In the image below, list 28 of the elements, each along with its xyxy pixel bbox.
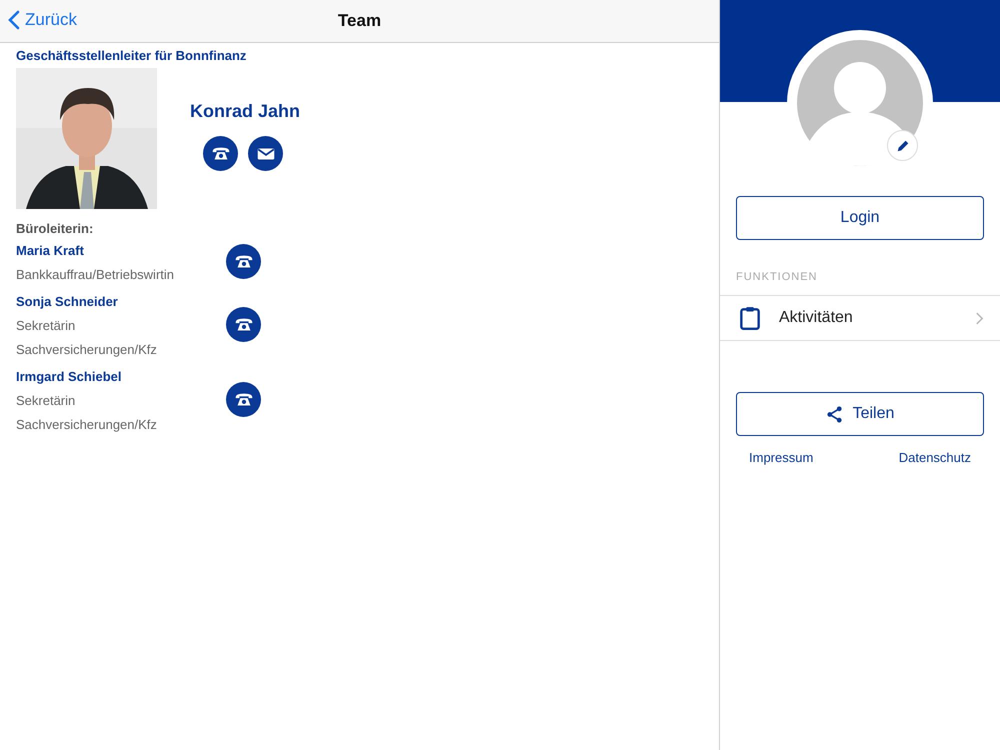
phone-button[interactable] xyxy=(203,136,238,171)
job-title: Sachversicherungen/Kfz xyxy=(16,341,158,359)
pencil-icon xyxy=(896,138,910,152)
back-button[interactable]: Zurück xyxy=(8,10,77,30)
share-icon xyxy=(826,406,843,422)
person-name: Sonja Schneider xyxy=(16,293,119,311)
login-button[interactable]: Login xyxy=(736,196,984,240)
clipboard-icon xyxy=(737,305,763,331)
job-title: Sachversicherungen/Kfz xyxy=(16,416,158,434)
job-title: Sekretärin xyxy=(16,392,76,410)
person-name: Irmgard Schiebel xyxy=(16,368,122,386)
chevron-left-icon xyxy=(8,10,20,30)
job-title: Sekretärin xyxy=(16,317,76,335)
section-heading: Geschäftsstellenleiter für Bonnfinanz xyxy=(16,48,248,63)
section-label: Büroleiterin: xyxy=(16,221,94,236)
footer-link[interactable]: Datenschutz xyxy=(898,450,971,465)
person-name: Maria Kraft xyxy=(16,242,85,260)
chevron-right-icon xyxy=(975,310,984,326)
phone-button[interactable] xyxy=(226,244,261,279)
phone-button[interactable] xyxy=(226,307,261,342)
email-button[interactable] xyxy=(248,136,283,171)
person-name: Konrad Jahn xyxy=(190,101,300,122)
page-title: Team xyxy=(338,11,382,31)
job-title: Bankkauffrau/Betriebswirtin xyxy=(16,266,176,284)
phone-button[interactable] xyxy=(226,382,261,417)
footer-link[interactable]: Impressum xyxy=(749,450,814,465)
section-header: FUNKTIONEN xyxy=(735,271,818,283)
share-button[interactable]: Teilen xyxy=(736,392,984,436)
